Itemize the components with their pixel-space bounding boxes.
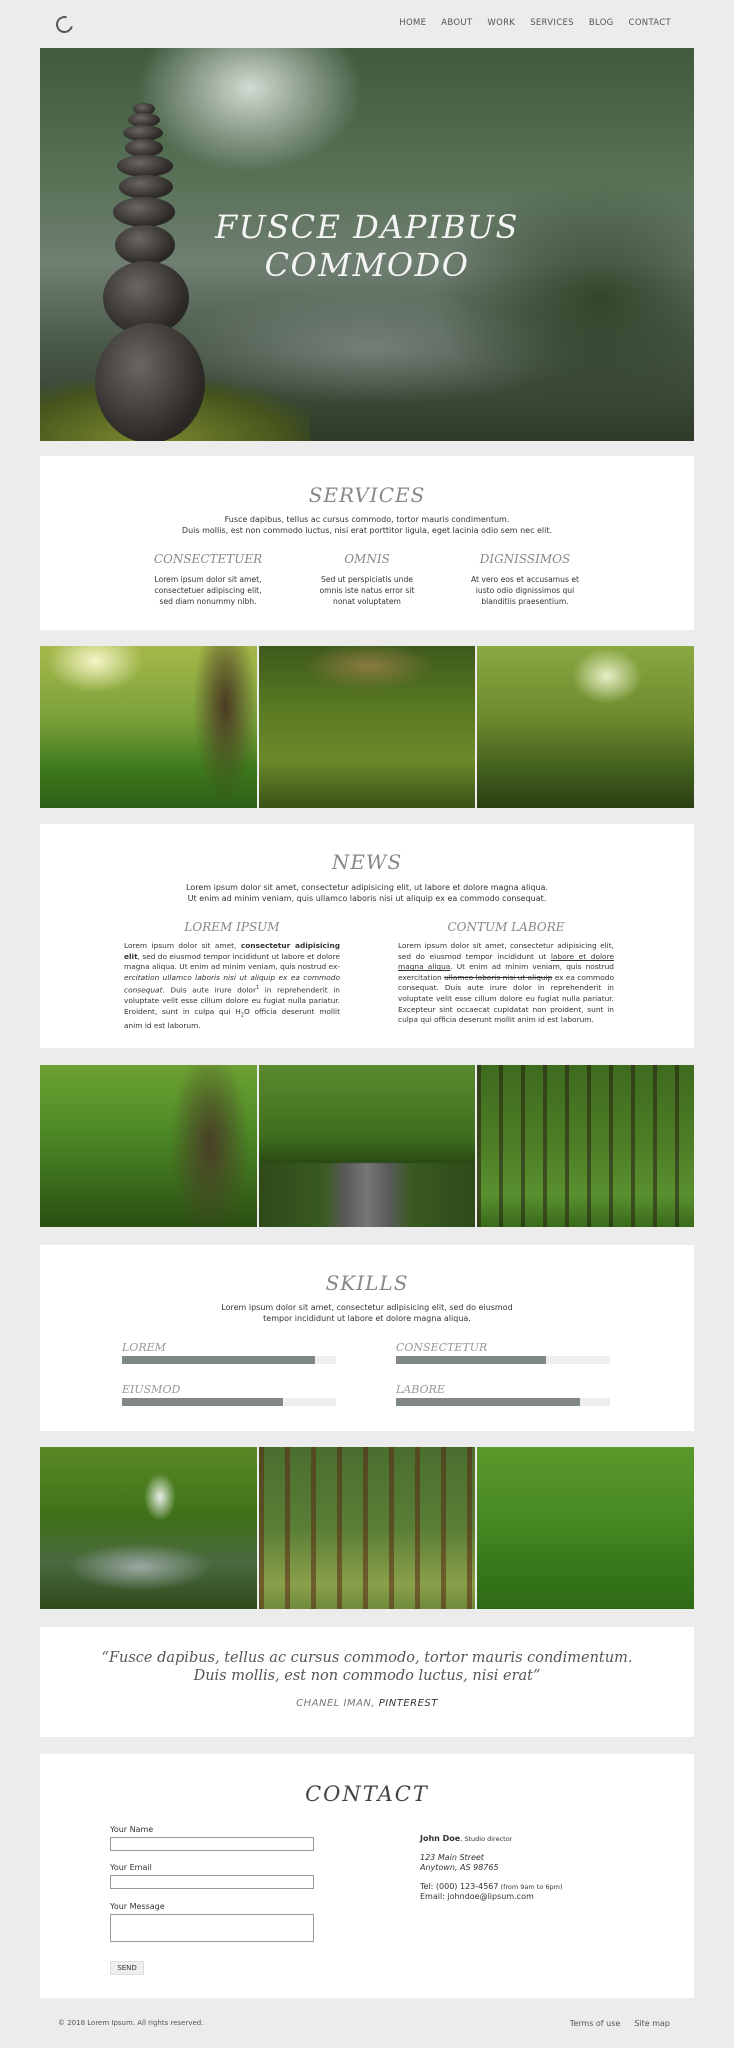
services-intro: Fusce dapibus, tellus ac cursus commodo,… xyxy=(181,515,553,535)
news-article-right: CONTUM LABORE Lorem ipsum dolor sit amet… xyxy=(398,920,614,1026)
nav-about[interactable]: ABOUT xyxy=(441,18,472,28)
news-article-text: Lorem ipsum dolor sit amet, consectetur … xyxy=(398,941,614,1025)
photo-gallery-row xyxy=(40,1447,695,1609)
service-title: CONSECTETUER xyxy=(153,552,263,566)
skill-fill xyxy=(122,1398,283,1406)
tree-roots-photo[interactable] xyxy=(40,1065,257,1227)
testimonial-source[interactable]: PINTEREST xyxy=(379,1698,438,1709)
news-article-title: CONTUM LABORE xyxy=(447,920,565,934)
contact-address: 123 Main Street Anytown, AS 98765 xyxy=(420,1853,499,1872)
skill-bar: LOREM xyxy=(122,1341,336,1364)
name-input[interactable] xyxy=(110,1837,314,1851)
service-column: OMNIS Sed ut perspiciatis unde omnis iste… xyxy=(300,552,434,607)
news-article-title: LOREM IPSUM xyxy=(184,920,280,934)
skills-intro: Lorem ipsum dolor sit amet, consectetur … xyxy=(221,1303,513,1323)
skill-bar: CONSECTETUR xyxy=(396,1341,610,1364)
sitemap-link[interactable]: Site map xyxy=(634,2019,670,2028)
testimonial-section: “Fusce dapibus, tellus ac cursus commodo… xyxy=(40,1627,694,1737)
nav-home[interactable]: HOME xyxy=(399,18,426,28)
services-section: SERVICES Fusce dapibus, tellus ac cursus… xyxy=(40,456,694,630)
skill-fill xyxy=(122,1356,315,1364)
nav-blog[interactable]: BLOG xyxy=(589,18,614,28)
skill-track xyxy=(396,1398,610,1406)
waterfall-photo[interactable] xyxy=(40,1447,257,1609)
treetops-photo[interactable] xyxy=(477,646,695,808)
hero-title: FUSCE DAPIBUS COMMODO xyxy=(215,208,519,284)
footer: © 2018 Lorem Ipsum. All rights reserved.… xyxy=(0,2010,734,2040)
service-text: At vero eos et accusamus et iusto odio di… xyxy=(470,575,580,606)
photo-gallery-row xyxy=(40,1065,695,1227)
skill-fill xyxy=(396,1398,581,1406)
contact-details: John Doe, Studio director 123 Main Stree… xyxy=(420,1834,563,1902)
skill-label: LABORE xyxy=(396,1383,445,1396)
skills-section: SKILLS Lorem ipsum dolor sit amet, conse… xyxy=(40,1245,694,1431)
service-text: Sed ut perspiciatis unde omnis iste natus… xyxy=(319,575,415,606)
contact-title: CONTACT xyxy=(305,1782,429,1806)
footer-links: Terms of use Site map xyxy=(570,2019,670,2028)
main-nav: HOME ABOUT WORK SERVICES BLOG CONTACT xyxy=(399,18,671,28)
pine-forest-photo[interactable] xyxy=(477,1065,695,1227)
logo-icon[interactable] xyxy=(52,12,77,37)
name-label: Your Name xyxy=(110,1825,154,1834)
services-title: SERVICES xyxy=(308,483,426,507)
email-label: Your Email xyxy=(110,1863,152,1872)
message-textarea[interactable] xyxy=(110,1914,314,1942)
news-section: NEWS Lorem ipsum dolor sit amet, consect… xyxy=(40,824,694,1048)
skill-label: CONSECTETUR xyxy=(396,1341,488,1354)
photo-gallery-row xyxy=(40,646,695,808)
nav-work[interactable]: WORK xyxy=(487,18,515,28)
forest-floor-photo[interactable] xyxy=(258,646,476,808)
testimonial-quote: “Fusce dapibus, tellus ac cursus commodo… xyxy=(101,1650,633,1684)
service-column: DIGNISSIMOS At vero eos et accusamus et i… xyxy=(460,552,590,607)
contact-phone: Tel: (000) 123-4567 (from 9am to 6pm) xyxy=(420,1882,563,1891)
skill-bar: EIUSMOD xyxy=(122,1383,336,1406)
skill-label: LOREM xyxy=(122,1341,166,1354)
contact-email[interactable]: Email: johndoe@lipsum.com xyxy=(420,1892,563,1902)
testimonial-author: CHANEL IMAN, PINTEREST xyxy=(296,1698,438,1709)
green-canopy-photo[interactable] xyxy=(477,1447,695,1609)
skill-bar: LABORE xyxy=(396,1383,610,1406)
copyright: © 2018 Lorem Ipsum. All rights reserved. xyxy=(58,2019,204,2027)
railway-track-photo[interactable] xyxy=(258,1065,476,1227)
news-title: NEWS xyxy=(331,850,403,874)
news-intro: Lorem ipsum dolor sit amet, consectetur … xyxy=(186,883,548,903)
skill-label: EIUSMOD xyxy=(122,1383,181,1396)
nav-contact[interactable]: CONTACT xyxy=(629,18,671,28)
contact-person: John Doe, Studio director xyxy=(420,1834,513,1843)
hero-banner: FUSCE DAPIBUS COMMODO xyxy=(40,48,694,441)
service-title: OMNIS xyxy=(344,552,390,566)
top-bar: HOME ABOUT WORK SERVICES BLOG CONTACT xyxy=(0,0,734,48)
email-input[interactable] xyxy=(110,1875,314,1889)
skills-title: SKILLS xyxy=(325,1271,409,1295)
nav-services[interactable]: SERVICES xyxy=(530,18,574,28)
redwood-path-photo[interactable] xyxy=(258,1447,476,1609)
skill-track xyxy=(122,1356,336,1364)
contact-section: CONTACT Your Name Your Email Your Messag… xyxy=(40,1754,694,1998)
skill-track xyxy=(122,1398,336,1406)
service-title: DIGNISSIMOS xyxy=(479,552,571,566)
service-text: Lorem ipsum dolor sit amet, consectetuer … xyxy=(154,575,262,606)
service-column: CONSECTETUER Lorem ipsum dolor sit amet,… xyxy=(140,552,276,607)
news-article-left: LOREM IPSUM Lorem ipsum dolor sit amet, … xyxy=(124,920,340,1032)
send-button[interactable]: SEND xyxy=(110,1961,144,1975)
news-article-text: Lorem ipsum dolor sit amet, consectetur … xyxy=(124,941,340,1031)
terms-link[interactable]: Terms of use xyxy=(570,2019,621,2028)
message-label: Your Message xyxy=(110,1902,165,1911)
meadow-photo[interactable] xyxy=(40,646,257,808)
skill-fill xyxy=(396,1356,546,1364)
skill-track xyxy=(396,1356,610,1364)
